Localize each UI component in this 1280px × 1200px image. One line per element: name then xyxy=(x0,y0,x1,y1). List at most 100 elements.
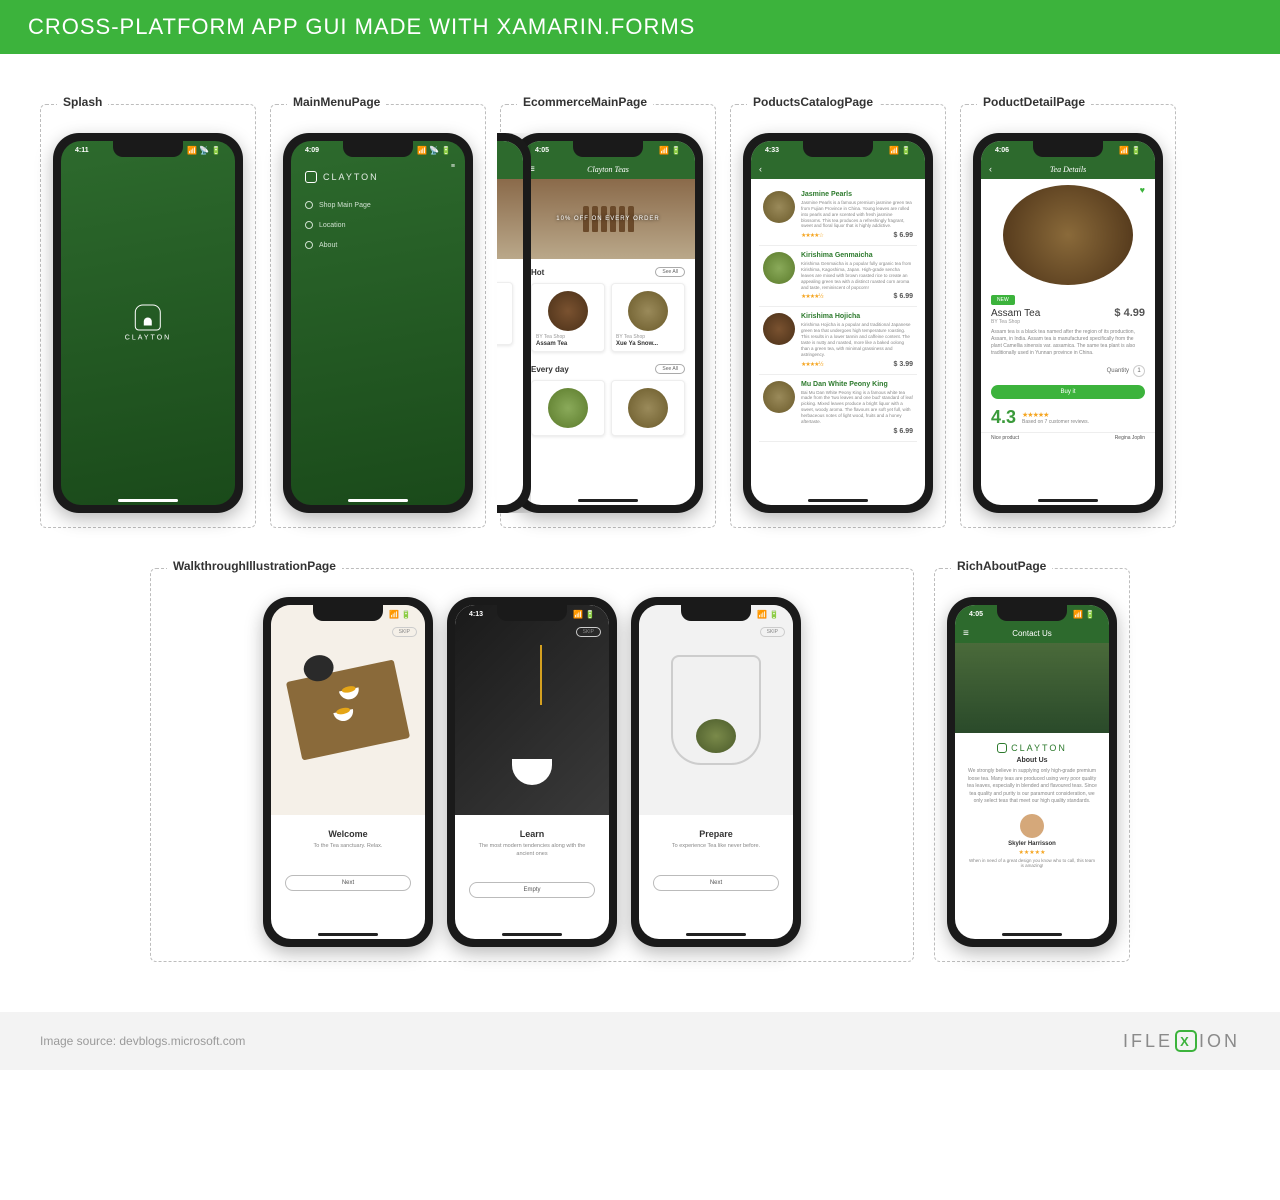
back-icon[interactable]: ‹ xyxy=(989,164,992,174)
phone-walk-3: 📶🔋 SKIP Prepare To experience Tea like n… xyxy=(631,597,801,947)
hamburger-icon[interactable]: ≡ xyxy=(963,628,969,639)
wifi-icon: 📡 xyxy=(199,146,209,155)
catalog-item[interactable]: Jasmine Pearls Jasmine Pearls is a famou… xyxy=(759,185,917,246)
group-label-about: RichAboutPage xyxy=(951,559,1052,573)
menu-brand: CLAYTON xyxy=(305,171,451,183)
product-desc: Jasmine Pearls is a famous premium jasmi… xyxy=(801,200,913,229)
group-catalog: PoductsCatalogPage 4:33📶🔋 ‹ Jasmine Pear… xyxy=(730,104,946,528)
back-icon[interactable]: ‹ xyxy=(759,164,762,174)
catalog-item[interactable]: Mu Dan White Peony King Bai Mu Dan White… xyxy=(759,375,917,442)
see-all-button[interactable]: See All xyxy=(655,267,685,277)
logo-icon xyxy=(135,305,161,331)
product-image xyxy=(548,291,588,331)
section-title-everyday: Every day xyxy=(531,365,569,374)
group-label-menu: MainMenuPage xyxy=(287,95,386,109)
shop-label: BY Tea Shop xyxy=(536,334,600,340)
phone-walk-2: 4:13📶🔋 SKIP Learn The most modern tenden… xyxy=(447,597,617,947)
page-header: CROSS-PLATFORM APP GUI MADE WITH XAMARIN… xyxy=(0,0,1280,54)
iflexion-logo: IFLEXION xyxy=(1123,1030,1240,1052)
skip-button[interactable]: SKIP xyxy=(760,627,785,637)
about-hero-image xyxy=(955,643,1109,733)
quantity-label: Quantity xyxy=(1107,368,1129,374)
time-label: 4:06 xyxy=(995,147,1009,154)
shop-label: BY Tea Shop xyxy=(616,334,680,340)
section-title-hot: Hot xyxy=(531,268,544,277)
new-badge: NEW xyxy=(991,295,1015,305)
screen-menu: 4:09 📶📡🔋 ≡ CLAYTON Shop Main Page Locati… xyxy=(291,141,465,505)
walk-title: Prepare xyxy=(655,829,777,839)
phone-ecom: 4:05 📶🔋 ≡ Clayton Teas 10% OFF ON EVERY … xyxy=(513,133,703,513)
phone-walk-1: 📶🔋 SKIP Welcome To the Tea sanctuary. Re… xyxy=(263,597,433,947)
product-image xyxy=(763,191,795,223)
menu-item-about[interactable]: About xyxy=(305,235,451,255)
hero-banner[interactable]: 10% OFF ON EVERY ORDER xyxy=(521,179,695,259)
brand-x-icon: X xyxy=(1175,1030,1197,1052)
product-card[interactable]: BY Tea Shop Xue Ya Snow... xyxy=(611,283,685,352)
group-ecom: EcommerceMainPage 4:05 📶🔋 ≡ Clayton Teas… xyxy=(500,104,716,528)
signal-icon: 📶 xyxy=(187,146,197,155)
hero-tagline: 10% OFF ON EVERY ORDER xyxy=(556,216,659,222)
product-card[interactable]: BY Tea Shop Assam Tea xyxy=(531,283,605,352)
walk-subtitle: To experience Tea like never before. xyxy=(655,843,777,851)
product-card[interactable] xyxy=(611,380,685,436)
favorite-icon[interactable]: ♥ xyxy=(1140,185,1145,195)
walk-title: Learn xyxy=(471,829,593,839)
header-title: Tea Details xyxy=(1050,165,1086,174)
phone-splash: 4:11 📶📡🔋 CLAYTON xyxy=(53,133,243,513)
battery-icon: 🔋 xyxy=(211,146,221,155)
phone-menu: 4:09 📶📡🔋 ≡ CLAYTON Shop Main Page Locati… xyxy=(283,133,473,513)
skip-button[interactable]: SKIP xyxy=(576,627,601,637)
testimonial-quote: When in need of a great design you know … xyxy=(967,858,1097,868)
see-all-button[interactable]: See All xyxy=(655,364,685,374)
group-label-ecom: EcommerceMainPage xyxy=(517,95,653,109)
rating-value: 4.3 xyxy=(991,407,1016,428)
star-rating: ★★★★☆ xyxy=(801,232,823,239)
header-title: Contact Us xyxy=(1012,629,1052,638)
product-image xyxy=(1003,185,1133,285)
avatar xyxy=(1020,814,1044,838)
group-detail: PoductDetailPage 4:06📶🔋 ‹Tea Details ♥ N… xyxy=(960,104,1176,528)
phone-about: 4:05📶🔋 ≡Contact Us CLAYTON About Us We s… xyxy=(947,597,1117,947)
group-menu: MainMenuPage 4:09 📶📡🔋 ≡ CLAYTON Shop M xyxy=(270,104,486,528)
product-card[interactable] xyxy=(531,380,605,436)
walk-subtitle: The most modern tendencies along with th… xyxy=(471,843,593,858)
group-label-walk: WalkthroughIllustrationPage xyxy=(167,559,342,573)
catalog-item[interactable]: Kirishima Genmaicha Kirishima Genmaicha … xyxy=(759,246,917,307)
brand-name: CLAYTON xyxy=(125,335,171,342)
walk-title: Welcome xyxy=(287,829,409,839)
group-label-detail: PoductDetailPage xyxy=(977,95,1091,109)
walk-subtitle: To the Tea sanctuary. Relax. xyxy=(287,843,409,851)
brand-name: CLAYTON xyxy=(323,172,379,182)
time-label: 4:13 xyxy=(469,611,483,618)
menu-item-shop[interactable]: Shop Main Page xyxy=(305,195,451,215)
star-rating: ★★★★★ xyxy=(967,849,1097,856)
illustration-glass xyxy=(671,655,761,765)
about-subtitle: About Us xyxy=(967,757,1097,764)
person-name: Skyler Harrisson xyxy=(967,841,1097,847)
about-icon xyxy=(305,241,313,249)
time-label: 4:05 xyxy=(969,611,983,618)
phone-detail: 4:06📶🔋 ‹Tea Details ♥ NEW Assam Tea $ 4.… xyxy=(973,133,1163,513)
about-text: We strongly believe in supplying only hi… xyxy=(967,768,1097,806)
next-button[interactable]: Next xyxy=(285,875,411,891)
price-label: $ 6.99 xyxy=(894,232,913,239)
shop-icon xyxy=(305,201,313,209)
canvas: Splash 4:11 📶📡🔋 CLAYTON MainMenuPage xyxy=(0,54,1280,992)
product-name: Xue Ya Snow... xyxy=(616,341,680,347)
time-label: 4:11 xyxy=(75,147,89,154)
menu-item-location[interactable]: Location xyxy=(305,215,451,235)
logo-icon xyxy=(997,743,1007,753)
hamburger-icon[interactable]: ≡ xyxy=(451,163,455,170)
quantity-stepper[interactable]: 1 xyxy=(1133,365,1145,377)
buy-button[interactable]: Buy it xyxy=(991,385,1145,399)
about-logo: CLAYTON xyxy=(967,743,1097,753)
review-text: Nice product xyxy=(991,435,1019,441)
next-button[interactable]: Next xyxy=(653,875,779,891)
splash-logo: CLAYTON xyxy=(125,305,171,342)
next-button[interactable]: Empty xyxy=(469,882,595,898)
header-title: CROSS-PLATFORM APP GUI MADE WITH XAMARIN… xyxy=(28,14,695,39)
rating-subtitle: Based on 7 customer reviews. xyxy=(1022,419,1089,425)
skip-button[interactable]: SKIP xyxy=(392,627,417,637)
catalog-item[interactable]: Kirishima Hojicha Kirishima Hojicha is a… xyxy=(759,307,917,374)
time-label: 4:05 xyxy=(535,147,549,154)
